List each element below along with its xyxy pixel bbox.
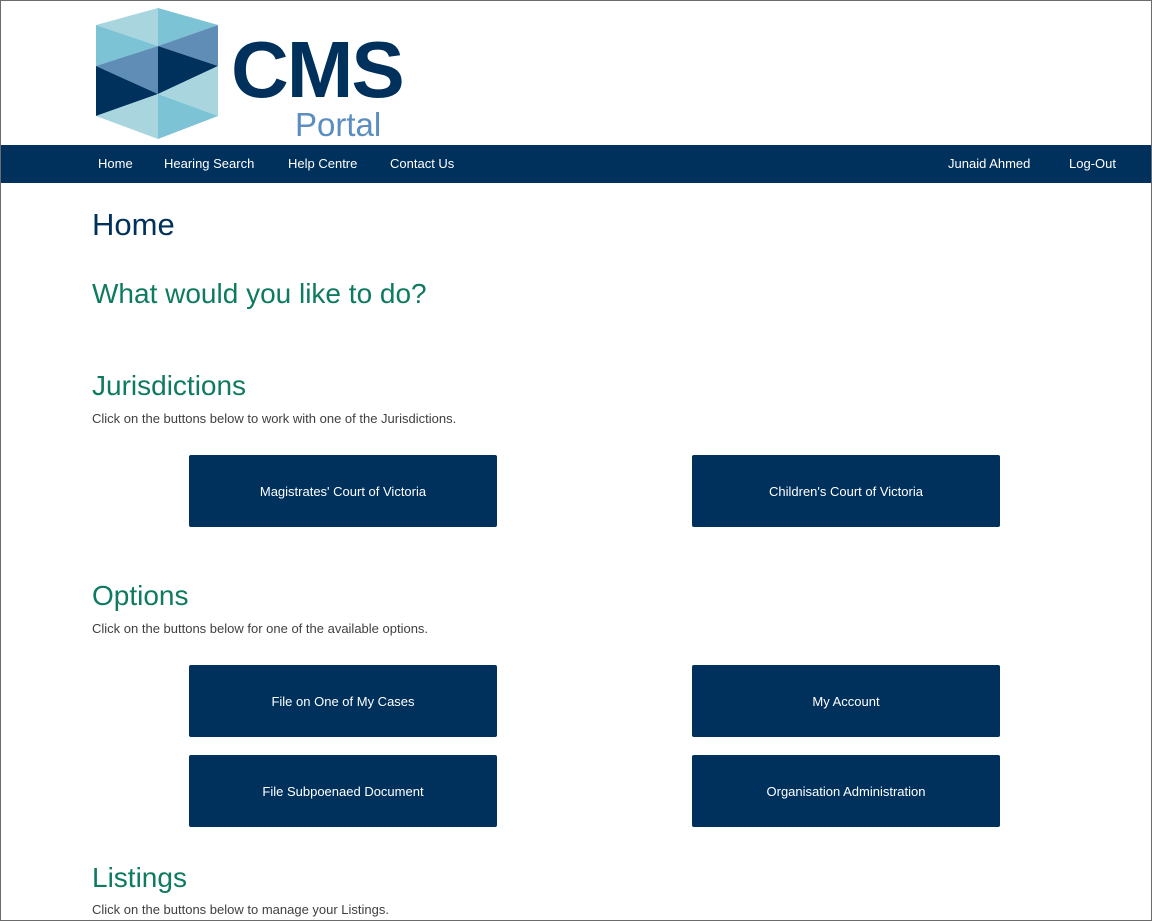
listings-heading: Listings <box>92 862 187 893</box>
organisation-administration-button[interactable]: Organisation Administration <box>692 755 1000 827</box>
hexagon-logo-icon <box>96 8 218 139</box>
options-description: Click on the buttons below for one of th… <box>92 621 429 636</box>
cms-portal-logo[interactable]: CMS Portal <box>96 8 431 143</box>
browser-page: CMS Portal Home Hearing Search Help Cent… <box>0 0 1152 921</box>
logo-title: CMS <box>231 25 405 114</box>
nav-contact-us[interactable]: Contact Us <box>390 145 454 183</box>
nav-help-centre[interactable]: Help Centre <box>288 145 357 183</box>
page-title: Home <box>92 207 175 242</box>
logo-subtitle: Portal <box>295 106 382 143</box>
page-prompt: What would you like to do? <box>92 278 427 309</box>
file-on-my-cases-button[interactable]: File on One of My Cases <box>189 665 497 737</box>
nav-home[interactable]: Home <box>98 145 133 183</box>
my-account-button[interactable]: My Account <box>692 665 1000 737</box>
magistrates-court-button[interactable]: Magistrates' Court of Victoria <box>189 455 497 527</box>
options-heading: Options <box>92 580 189 611</box>
main-navigation: Home Hearing Search Help Centre Contact … <box>1 145 1151 183</box>
nav-user-name[interactable]: Junaid Ahmed <box>948 145 1030 183</box>
site-header: CMS Portal <box>1 1 1151 145</box>
listings-description: Click on the buttons below to manage you… <box>92 902 390 917</box>
childrens-court-button[interactable]: Children's Court of Victoria <box>692 455 1000 527</box>
jurisdictions-heading: Jurisdictions <box>92 370 247 401</box>
nav-hearing-search[interactable]: Hearing Search <box>164 145 254 183</box>
nav-log-out[interactable]: Log-Out <box>1069 145 1116 183</box>
file-subpoenaed-document-button[interactable]: File Subpoenaed Document <box>189 755 497 827</box>
jurisdictions-description: Click on the buttons below to work with … <box>92 411 457 426</box>
